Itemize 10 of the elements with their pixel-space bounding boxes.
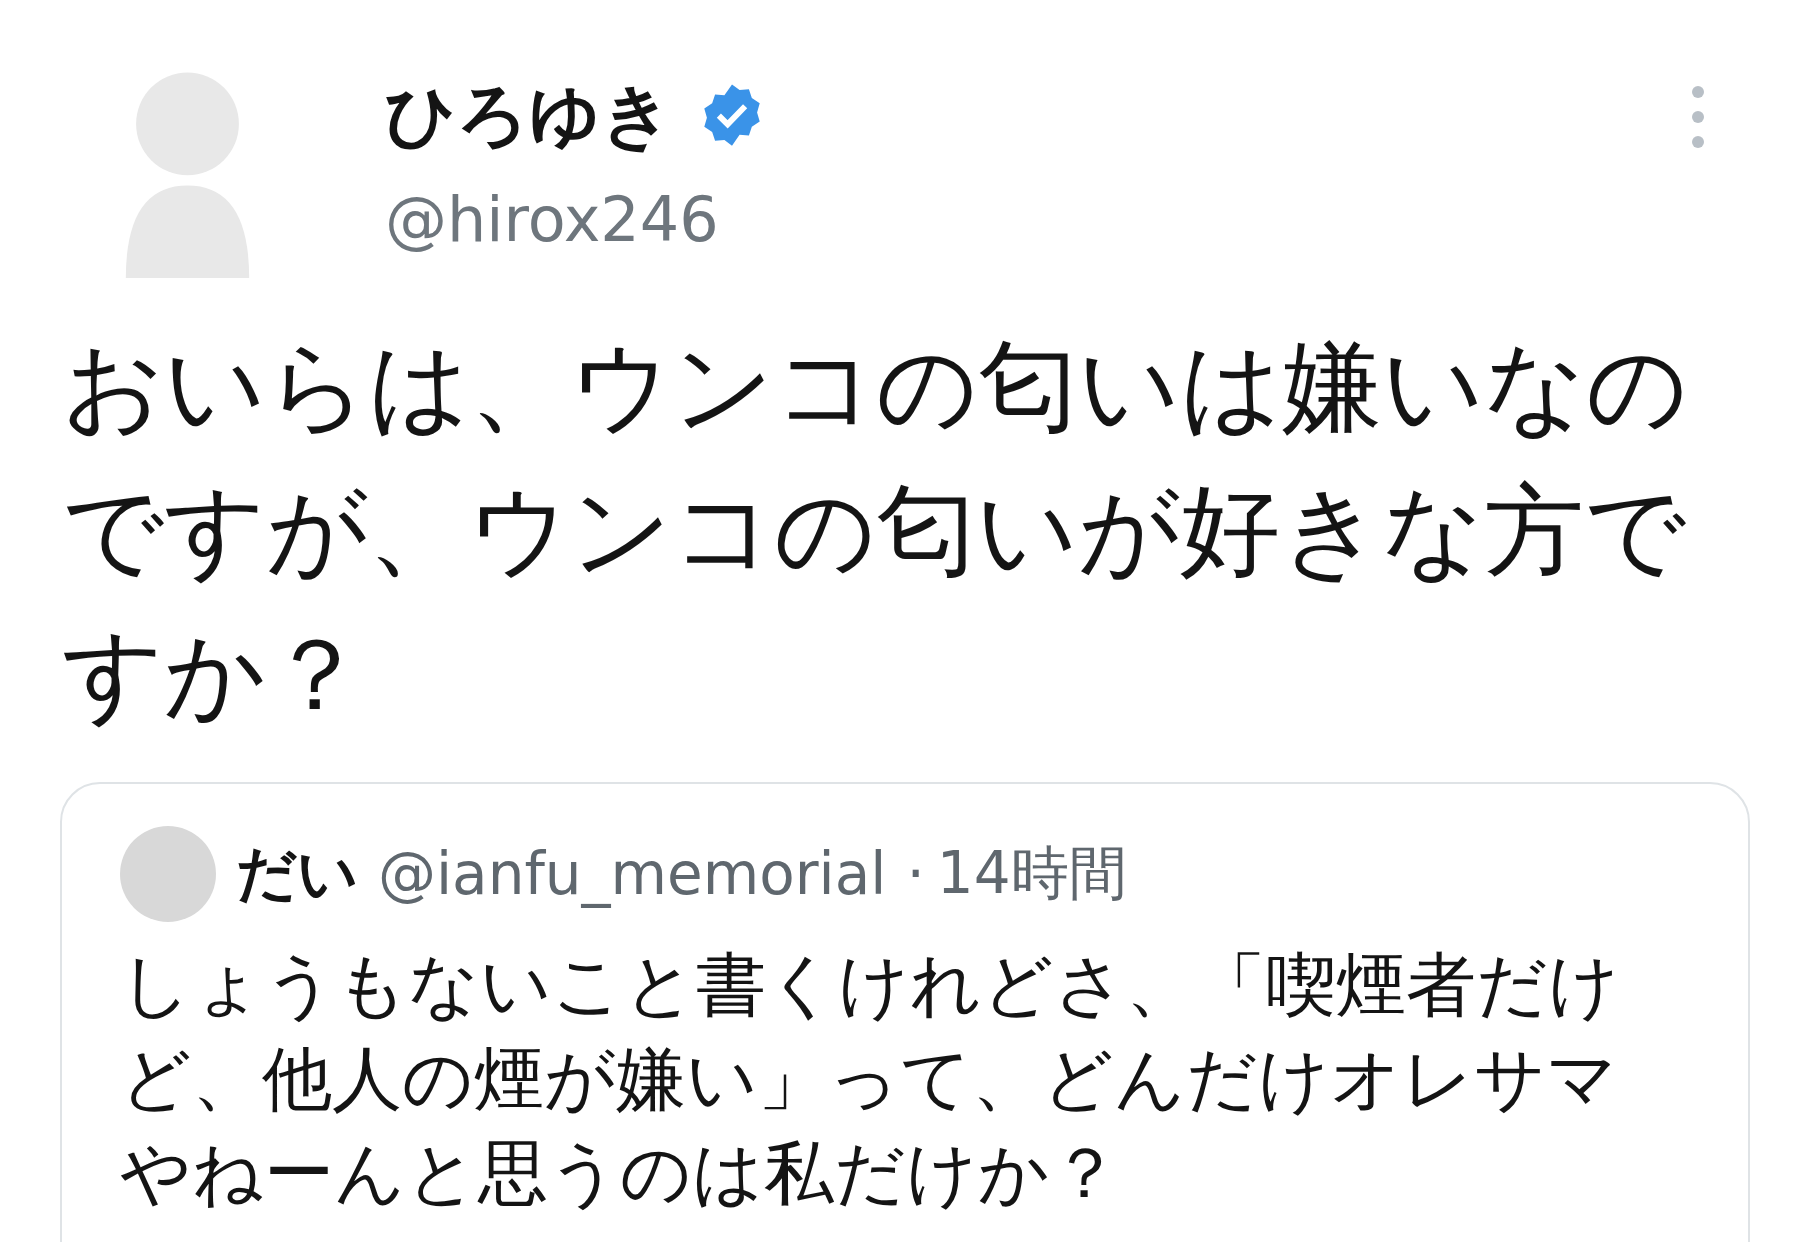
separator-dot: · — [906, 840, 925, 908]
quoted-tweet-card[interactable]: だい @ianfu_memorial · 14時間 しょうもないこと書くけれどさ、「喫煙者だけど、他人の煙が嫌い」って、どんだけオレサマやねーんと思うのは私だけか？ — [60, 782, 1750, 1242]
author-handle[interactable]: @hirox246 — [385, 180, 1688, 260]
quoted-time: 14時間 — [936, 838, 1127, 909]
quoted-tweet-text: しょうもないこと書くけれどさ、「喫煙者だけど、他人の煙が嫌い」って、どんだけオレサマやねーんと思うのは私だけか？ — [120, 943, 1621, 1216]
author-name[interactable]: ひろゆき — [385, 70, 673, 160]
quoted-author-name: だい — [236, 836, 358, 910]
tweet-text: おいらは、ウンコの匂いは嫌いなのですが、ウンコの匂いが好きな方ですか？ — [62, 327, 1689, 735]
quoted-author-handle: @ianfu_memorial — [378, 840, 887, 908]
avatar-icon — [120, 826, 216, 922]
